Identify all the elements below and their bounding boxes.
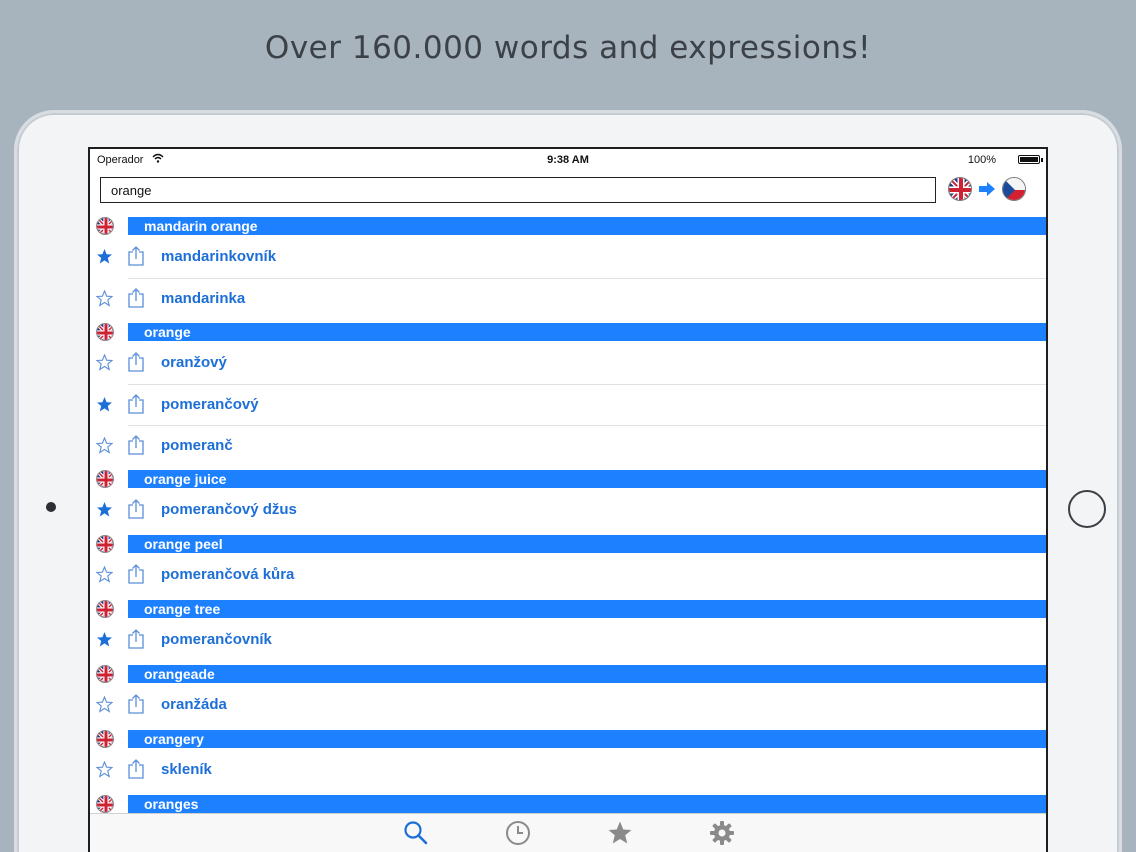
battery-tip: [1041, 158, 1043, 162]
translation-row[interactable]: mandarinka: [96, 278, 1046, 319]
app-screen: Operador 9:38 AM 100% orange mandarin or…: [88, 147, 1048, 852]
uk-flag-icon[interactable]: [948, 177, 972, 201]
uk-flag-icon: [96, 535, 114, 553]
star-outline-icon[interactable]: [96, 354, 113, 371]
translation-row[interactable]: pomerančový džus: [90, 490, 1046, 531]
share-icon[interactable]: [126, 288, 146, 308]
term-header-row[interactable]: mandarin orange: [90, 216, 1046, 237]
translation-row[interactable]: pomerančový: [97, 384, 1046, 425]
translation-text: pomerančový džus: [161, 501, 297, 518]
translation-text: pomerančový: [161, 396, 259, 413]
translation-text: oranžáda: [161, 696, 227, 713]
translation-row[interactable]: pomeranč: [96, 425, 1046, 466]
tab-settings[interactable]: Settings: [692, 820, 752, 852]
share-icon[interactable]: [126, 394, 146, 414]
home-button[interactable]: [1068, 490, 1106, 528]
source-term: oranges: [128, 795, 1046, 813]
term-header-row[interactable]: oranges: [90, 794, 1046, 815]
star-filled-icon[interactable]: [96, 631, 113, 648]
camera-dot: [46, 502, 56, 512]
star-filled-icon[interactable]: [96, 396, 113, 413]
star-filled-icon[interactable]: [96, 248, 113, 265]
translation-text: pomerančovník: [161, 631, 272, 648]
source-term: orange juice: [128, 470, 1046, 488]
share-icon[interactable]: [126, 759, 146, 779]
status-bar: Operador 9:38 AM 100%: [90, 149, 1046, 171]
translation-row[interactable]: mandarinkovník: [90, 237, 1046, 278]
share-icon[interactable]: [126, 564, 146, 584]
translation-row[interactable]: oranžový: [90, 343, 1046, 384]
term-header-row[interactable]: orangery: [90, 729, 1046, 750]
arrow-right-icon: [979, 182, 995, 196]
term-header-row[interactable]: orange peel: [90, 534, 1046, 555]
uk-flag-icon: [96, 323, 114, 341]
term-header-row[interactable]: orangeade: [90, 664, 1046, 685]
czech-flag-icon[interactable]: [1002, 177, 1026, 201]
source-term: orangeade: [128, 665, 1046, 683]
share-icon[interactable]: [126, 499, 146, 519]
uk-flag-icon: [96, 665, 114, 683]
tab-favorites[interactable]: Favorites: [590, 820, 650, 852]
translation-text: mandarinka: [161, 290, 246, 307]
term-header-row[interactable]: orange juice: [90, 469, 1046, 490]
tab-bar: Search History Favorites Settings: [90, 813, 1046, 852]
uk-flag-icon: [96, 795, 114, 813]
uk-flag-icon: [96, 600, 114, 618]
translation-text: mandarinkovník: [161, 248, 277, 265]
source-term: orangery: [128, 730, 1046, 748]
star-outline-icon[interactable]: [96, 696, 113, 713]
star-outline-icon[interactable]: [96, 290, 113, 307]
star-icon: [608, 821, 632, 844]
star-outline-icon[interactable]: [96, 761, 113, 778]
tab-history[interactable]: History: [488, 820, 548, 852]
uk-flag-icon: [96, 470, 114, 488]
uk-flag-icon: [96, 730, 114, 748]
clock-icon: [506, 821, 530, 845]
star-outline-icon[interactable]: [96, 566, 113, 583]
battery-icon: [1018, 155, 1040, 164]
share-icon[interactable]: [126, 352, 146, 372]
share-icon[interactable]: [126, 246, 146, 266]
star-outline-icon[interactable]: [96, 437, 113, 454]
term-header-row[interactable]: orange: [90, 322, 1046, 343]
translation-row[interactable]: skleník: [90, 750, 1046, 791]
results-list: mandarin orange mandarinkovník mandarinka o…: [90, 213, 1046, 852]
share-icon[interactable]: [126, 694, 146, 714]
tab-search[interactable]: Search: [386, 820, 446, 852]
share-icon[interactable]: [126, 435, 146, 455]
translation-text: skleník: [161, 761, 212, 778]
translation-text: pomeranč: [161, 437, 233, 454]
battery-percent: 100%: [967, 154, 996, 166]
source-term: orange tree: [128, 600, 1046, 618]
translation-row[interactable]: oranžáda: [90, 685, 1046, 726]
share-icon[interactable]: [126, 629, 146, 649]
source-term: orange: [128, 323, 1046, 341]
language-switch[interactable]: [948, 177, 1030, 205]
source-term: mandarin orange: [128, 217, 1046, 235]
status-time: 9:38 AM: [547, 154, 589, 166]
translation-text: oranžový: [161, 354, 227, 371]
gear-icon: [710, 821, 734, 845]
translation-row[interactable]: pomerančovník: [90, 620, 1046, 661]
translation-text: pomerančová kůra: [161, 566, 295, 583]
star-filled-icon[interactable]: [96, 501, 113, 518]
search-input[interactable]: [100, 177, 936, 203]
source-term: orange peel: [128, 535, 1046, 553]
headline: Over 160.000 words and expressions!: [264, 30, 872, 66]
term-header-row[interactable]: orange tree: [90, 599, 1046, 620]
uk-flag-icon: [96, 217, 114, 235]
translation-row[interactable]: pomerančová kůra: [90, 555, 1046, 596]
search-icon: [404, 821, 428, 845]
